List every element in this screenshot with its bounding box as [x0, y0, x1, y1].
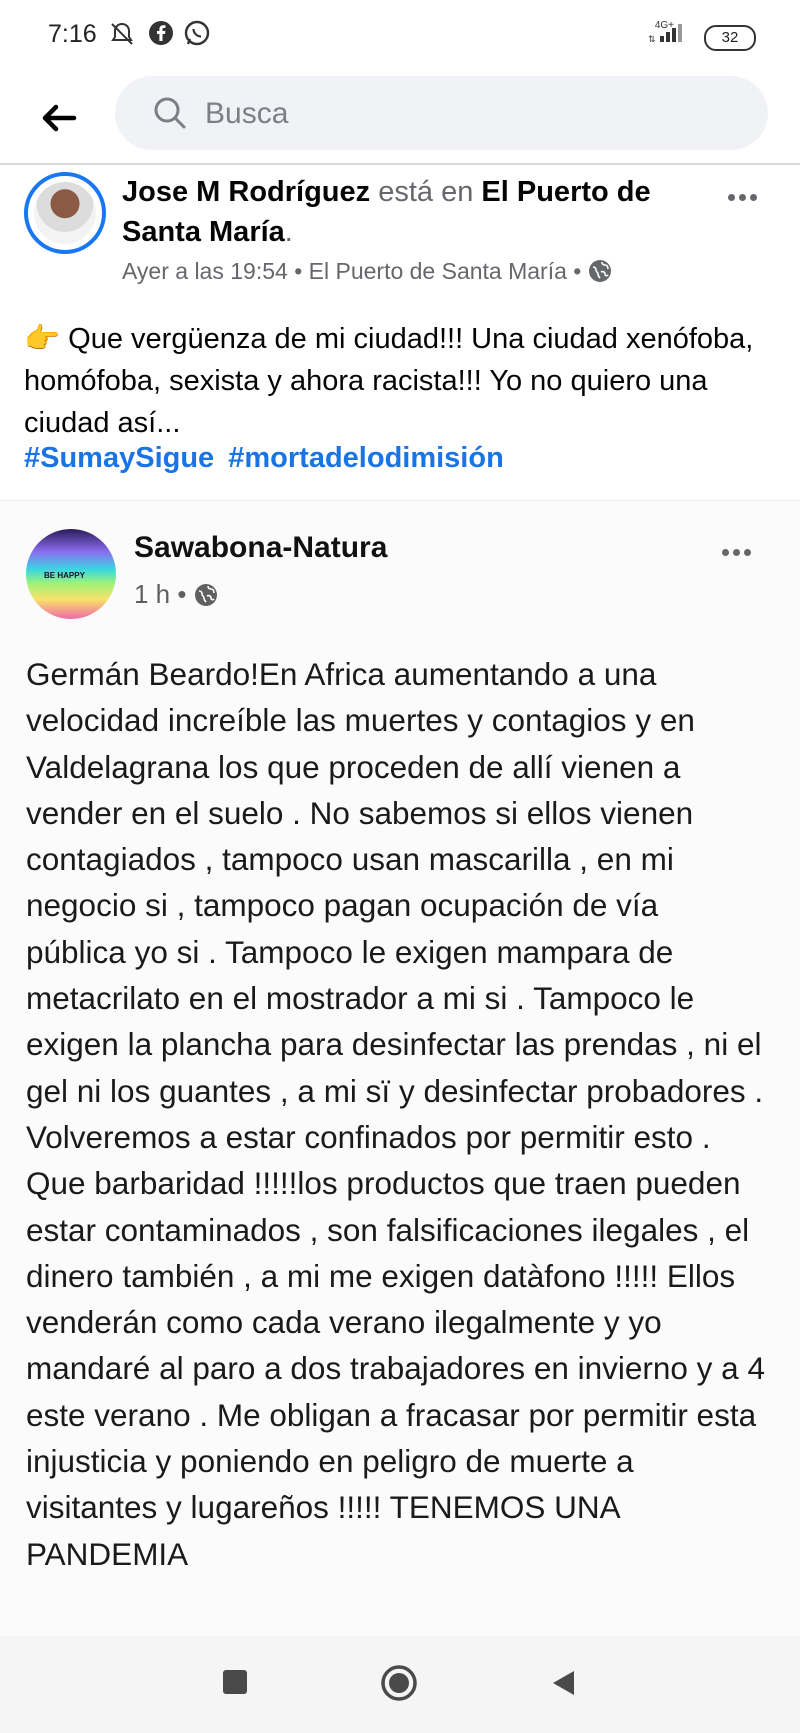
- public-globe-icon: [588, 260, 611, 282]
- home-circle-icon[interactable]: [380, 1664, 418, 1702]
- shared-author-name: Sawabona-Natura: [134, 531, 388, 564]
- shared-time: 1 h: [134, 579, 171, 609]
- author-line-period: .: [284, 216, 293, 248]
- shared-options-icon: [722, 543, 762, 556]
- whatsapp-icon: [184, 20, 210, 46]
- search-bar[interactable]: [115, 76, 768, 150]
- facebook-icon: [149, 21, 173, 45]
- svg-text:⇅: ⇅: [648, 34, 656, 44]
- search-icon: [154, 97, 186, 129]
- post-message: Que vergüenza de mi ciudad!!! Una ciudad…: [24, 323, 754, 439]
- pointing-hand-emoji: 👉: [24, 323, 61, 355]
- avatar: [34, 182, 96, 244]
- post-author-line: Jose M Rodríguez está en El Puerto de Sa…: [122, 172, 712, 252]
- post-hashtags: #SumaySigue #mortadelodimisión: [24, 442, 510, 475]
- status-bar: 7:16 4G+ ⇅ 32: [0, 0, 800, 72]
- hashtag-link[interactable]: #SumaySigue: [24, 442, 214, 474]
- post-location[interactable]: El Puerto de Santa María: [309, 258, 567, 284]
- author-name[interactable]: Jose M Rodríguez: [122, 176, 370, 208]
- back-arrow-icon[interactable]: [38, 98, 78, 138]
- post-options-icon[interactable]: [728, 188, 768, 201]
- header-divider: [0, 163, 800, 165]
- public-globe-icon: [194, 584, 217, 606]
- avatar-text: BE HAPPY: [44, 571, 85, 580]
- signal-indicator: 4G+ ⇅: [646, 18, 690, 49]
- shared-post-image[interactable]: BE HAPPY Sawabona-Natura 1 h • Germán Be…: [0, 500, 800, 1636]
- checkin-connector: está en: [378, 176, 474, 208]
- recents-square-icon[interactable]: [222, 1669, 248, 1695]
- search-header: [0, 72, 800, 164]
- network-type: 4G+: [654, 20, 674, 31]
- back-triangle-icon[interactable]: [550, 1669, 576, 1697]
- notifications-off-icon: [111, 22, 133, 45]
- shared-author-avatar: BE HAPPY: [26, 529, 116, 619]
- meta-separator: •: [177, 579, 194, 609]
- search-input[interactable]: [203, 88, 727, 140]
- post-meta: Ayer a las 19:54 • El Puerto de Santa Ma…: [122, 258, 612, 285]
- battery-indicator: 32: [704, 25, 756, 51]
- shared-post-body: Germán Beardo!En Africa aumentando a una…: [26, 656, 765, 1572]
- meta-separator: •: [573, 258, 588, 284]
- author-avatar[interactable]: [24, 172, 106, 254]
- post-text: 👉 Que vergüenza de mi ciudad!!! Una ciud…: [24, 318, 754, 444]
- shared-meta: 1 h •: [134, 579, 218, 610]
- meta-separator: •: [294, 258, 309, 284]
- post-timestamp[interactable]: Ayer a las 19:54: [122, 258, 288, 284]
- status-time: 7:16: [48, 20, 97, 48]
- hashtag-link[interactable]: #mortadelodimisión: [228, 442, 504, 474]
- system-nav-bar: [0, 1636, 800, 1733]
